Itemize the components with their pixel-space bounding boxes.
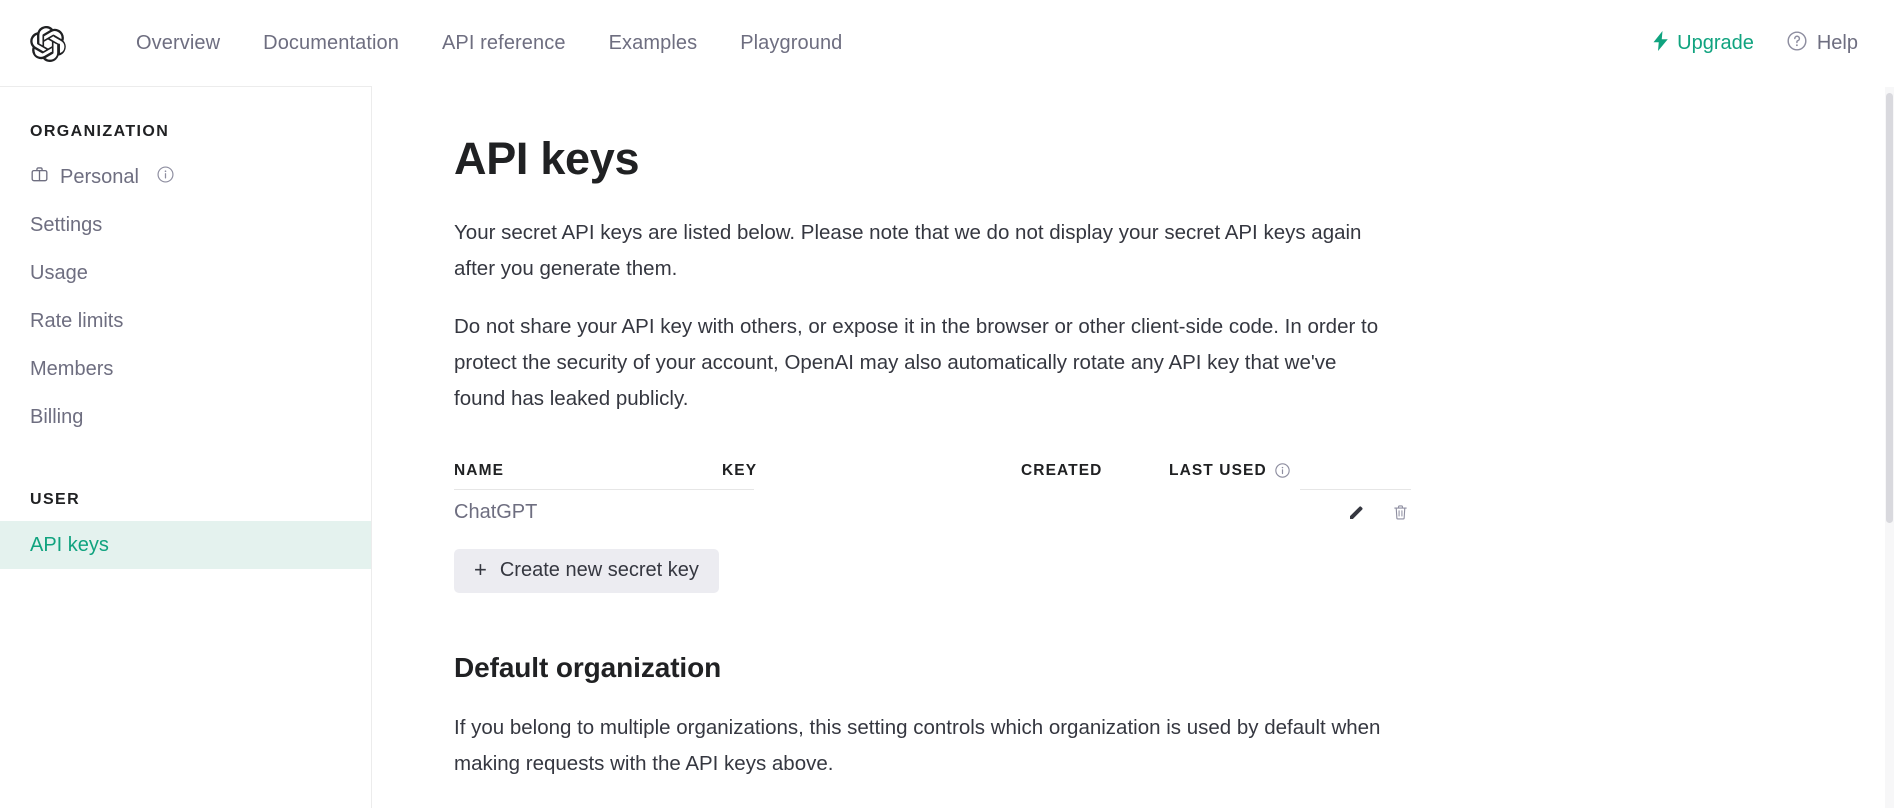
table-header-row: NAME KEY CREATED LAST USED: [454, 454, 1411, 480]
main-content: API keys Your secret API keys are listed…: [373, 87, 1885, 808]
default-organization-paragraph: If you belong to multiple organizations,…: [454, 715, 1381, 775]
nav-link-playground[interactable]: Playground: [740, 32, 842, 55]
column-header-last-used-label: LAST USED: [1169, 461, 1267, 479]
default-organization-title: Default organization: [454, 651, 722, 683]
nav-link-examples[interactable]: Examples: [609, 32, 698, 55]
info-circle-icon[interactable]: [156, 165, 175, 190]
sidebar-section-title-organization: ORGANIZATION: [30, 123, 170, 140]
api-keys-table: NAME KEY CREATED LAST USED ChatGPT: [454, 454, 1411, 536]
sidebar-item-members[interactable]: Members: [0, 345, 371, 393]
sidebar-item-rate-limits[interactable]: Rate limits: [0, 297, 371, 345]
upgrade-button[interactable]: Upgrade: [1653, 30, 1754, 57]
content-column: API keys Your secret API keys are listed…: [373, 87, 1503, 782]
create-new-secret-key-button[interactable]: + Create new secret key: [454, 548, 719, 593]
intro-paragraph-2: Do not share your API key with others, o…: [454, 314, 1379, 410]
top-navigation-bar: Overview Documentation API reference Exa…: [0, 0, 1894, 87]
sidebar-section-title-user: USER: [30, 491, 81, 508]
page-scrollbar-thumb[interactable]: [1886, 93, 1893, 523]
table-row: ChatGPT: [454, 490, 1411, 536]
table-header-divider: [454, 488, 1411, 490]
sidebar: ORGANIZATION Personal Settings Usage Rat…: [0, 87, 372, 808]
page-root: Overview Documentation API reference Exa…: [0, 0, 1894, 808]
cell-key-name: ChatGPT: [454, 501, 538, 524]
sidebar-group-user: USER API keys: [0, 491, 371, 569]
lightning-bolt-icon: [1653, 30, 1669, 57]
info-circle-icon[interactable]: [1274, 462, 1291, 479]
question-circle-icon: [1786, 30, 1808, 58]
column-header-name: NAME: [454, 461, 505, 479]
column-header-key: KEY: [722, 461, 758, 479]
sidebar-item-settings[interactable]: Settings: [0, 201, 371, 249]
trash-icon[interactable]: [1389, 502, 1411, 524]
page-title: API keys: [454, 133, 640, 184]
briefcase-icon: [30, 165, 49, 190]
sidebar-item-api-keys-label: API keys: [30, 533, 109, 556]
column-header-last-used: LAST USED: [1169, 462, 1329, 480]
nav-link-overview[interactable]: Overview: [136, 32, 220, 55]
divider-segment-right: [1300, 488, 1411, 490]
pencil-icon[interactable]: [1345, 502, 1367, 524]
column-header-created: CREATED: [1021, 461, 1103, 479]
top-nav-links: Overview Documentation API reference Exa…: [136, 32, 842, 55]
upgrade-label: Upgrade: [1677, 32, 1754, 54]
nav-link-documentation[interactable]: Documentation: [263, 32, 399, 55]
sidebar-items-user: API keys: [0, 521, 371, 569]
nav-link-api-reference[interactable]: API reference: [442, 32, 566, 55]
plus-icon: +: [474, 557, 487, 583]
help-label: Help: [1816, 32, 1858, 54]
sidebar-item-usage[interactable]: Usage: [0, 249, 371, 297]
sidebar-item-personal[interactable]: Personal: [0, 153, 371, 201]
sidebar-item-members-label: Members: [30, 357, 114, 380]
sidebar-item-usage-label: Usage: [30, 261, 88, 284]
help-button[interactable]: Help: [1786, 30, 1858, 58]
sidebar-item-api-keys[interactable]: API keys: [0, 521, 371, 569]
sidebar-item-settings-label: Settings: [30, 213, 103, 236]
create-new-secret-key-label: Create new secret key: [499, 559, 699, 582]
sidebar-items-organization: Personal Settings Usage Rate limits Memb…: [0, 153, 371, 441]
openai-logo[interactable]: [30, 25, 66, 62]
top-nav-actions: Upgrade Help: [1653, 0, 1858, 87]
sidebar-item-billing[interactable]: Billing: [0, 393, 371, 441]
divider-gap: [754, 489, 1300, 490]
row-actions: [1329, 502, 1411, 524]
intro-paragraph-1: Your secret API keys are listed below. P…: [454, 220, 1362, 280]
sidebar-item-personal-label: Personal: [60, 165, 139, 188]
sidebar-item-billing-label: Billing: [30, 405, 84, 428]
divider-segment-left: [454, 488, 754, 490]
sidebar-group-organization: ORGANIZATION Personal Settings Usage Rat…: [0, 123, 371, 441]
sidebar-item-rate-limits-label: Rate limits: [30, 309, 124, 332]
